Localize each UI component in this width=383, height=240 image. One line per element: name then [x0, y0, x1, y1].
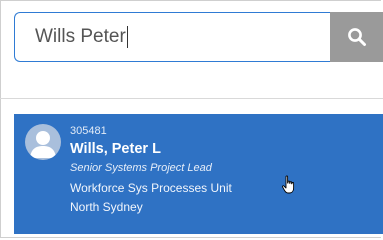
divider [0, 98, 383, 99]
search-input-value: Wills Peter [35, 26, 126, 47]
search-result-item[interactable]: 305481 Wills, Peter L Senior Systems Pro… [14, 114, 383, 234]
employee-job-title: Senior Systems Project Lead [70, 162, 212, 174]
employee-unit: Workforce Sys Processes Unit [70, 181, 232, 195]
search-bar: Wills Peter [14, 12, 383, 62]
search-input[interactable]: Wills Peter [14, 12, 330, 62]
employee-id: 305481 [70, 125, 107, 137]
text-caret [126, 25, 128, 48]
employee-name: Wills, Peter L [70, 141, 161, 157]
person-icon [25, 124, 61, 160]
hand-pointer-cursor-icon [281, 175, 295, 194]
search-button[interactable] [330, 12, 383, 62]
employee-location: North Sydney [70, 200, 143, 214]
search-icon [347, 28, 366, 46]
result-info: 305481 Wills, Peter L Senior Systems Pro… [70, 124, 232, 217]
